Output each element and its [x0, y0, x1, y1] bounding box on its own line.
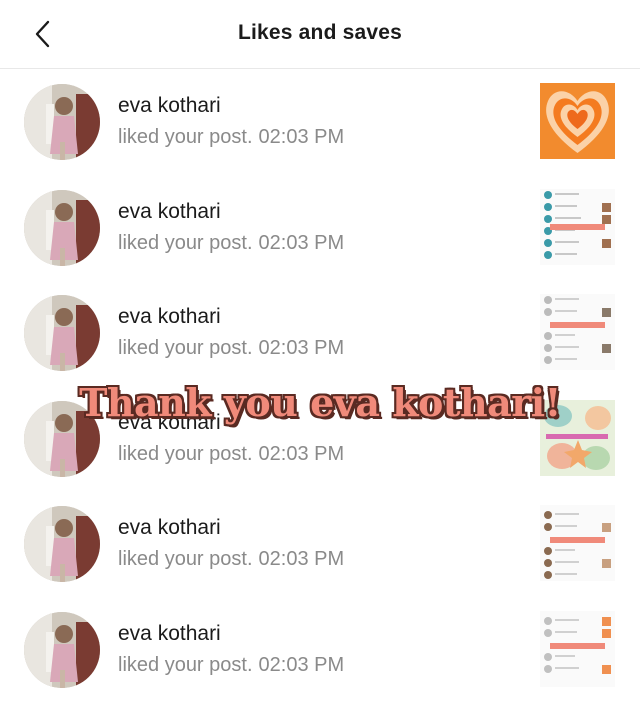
notification-text: liked your post.02:03 PM: [118, 443, 344, 466]
timestamp: 02:03 PM: [259, 548, 345, 570]
post-thumbnail[interactable]: [540, 611, 615, 687]
notification-row[interactable]: eva kothari liked your post.02:03 PM: [0, 69, 640, 175]
post-thumbnail[interactable]: [540, 189, 615, 265]
avatar[interactable]: [24, 506, 100, 582]
notification-text: liked your post.02:03 PM: [118, 654, 344, 677]
avatar[interactable]: [24, 190, 100, 266]
avatar[interactable]: [24, 295, 100, 371]
timestamp: 02:03 PM: [259, 443, 345, 465]
timestamp: 02:03 PM: [259, 654, 345, 676]
thank-you-overlay: Thank you eva kothari!: [0, 380, 640, 425]
username[interactable]: eva kothari: [118, 516, 221, 540]
username[interactable]: eva kothari: [118, 305, 221, 329]
page-title: Likes and saves: [0, 21, 640, 45]
username[interactable]: eva kothari: [118, 94, 221, 118]
notification-text: liked your post.02:03 PM: [118, 337, 344, 360]
timestamp: 02:03 PM: [259, 232, 345, 254]
avatar[interactable]: [24, 612, 100, 688]
username[interactable]: eva kothari: [118, 622, 221, 646]
avatar[interactable]: [24, 84, 100, 160]
timestamp: 02:03 PM: [259, 337, 345, 359]
notification-text: liked your post.02:03 PM: [118, 126, 344, 149]
post-thumbnail[interactable]: [540, 294, 615, 370]
notification-text: liked your post.02:03 PM: [118, 232, 344, 255]
username[interactable]: eva kothari: [118, 200, 221, 224]
notification-row[interactable]: eva kothari liked your post.02:03 PM: [0, 491, 640, 597]
timestamp: 02:03 PM: [259, 126, 345, 148]
post-thumbnail[interactable]: [540, 505, 615, 581]
notification-text: liked your post.02:03 PM: [118, 548, 344, 571]
post-thumbnail[interactable]: [540, 83, 615, 159]
notification-row[interactable]: eva kothari liked your post.02:03 PM: [0, 597, 640, 702]
notification-row[interactable]: eva kothari liked your post.02:03 PM: [0, 280, 640, 386]
header: Likes and saves: [0, 0, 640, 69]
notification-row[interactable]: eva kothari liked your post.02:03 PM: [0, 175, 640, 281]
